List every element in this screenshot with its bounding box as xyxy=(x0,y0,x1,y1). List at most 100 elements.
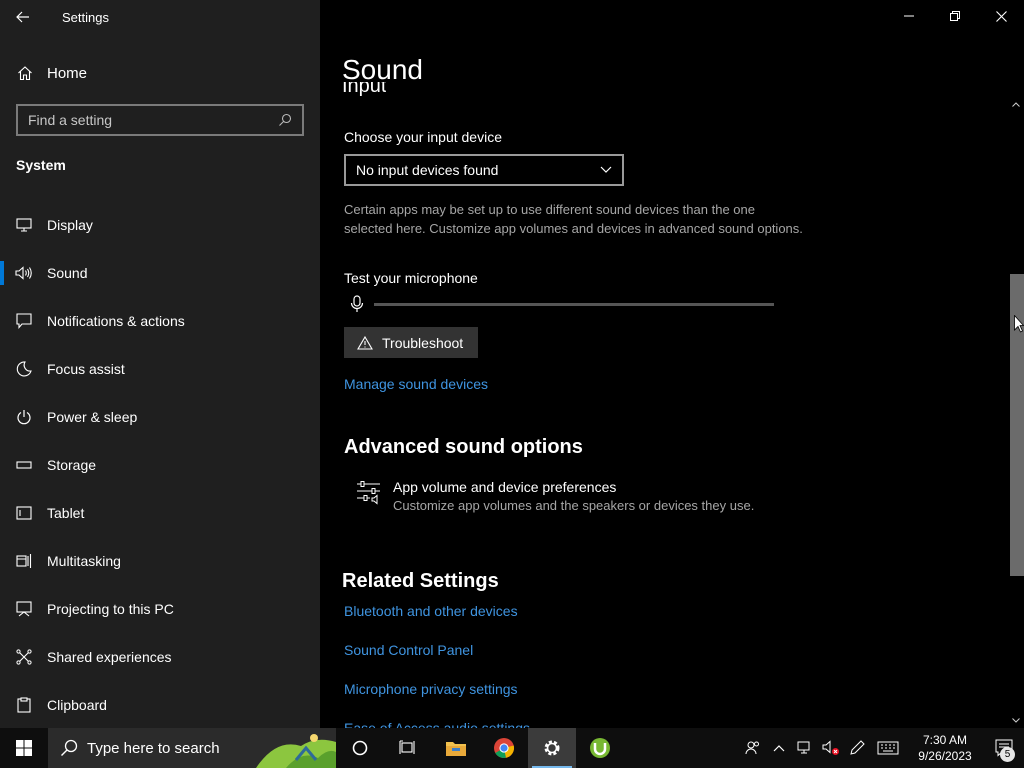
shared-experiences-icon xyxy=(0,649,47,665)
nav-item-label: Shared experiences xyxy=(47,649,172,665)
show-hidden-icons-button[interactable] xyxy=(766,728,792,768)
volume-button[interactable] xyxy=(818,728,844,768)
touch-keyboard-button[interactable] xyxy=(870,728,906,768)
settings-search-input[interactable] xyxy=(28,112,268,128)
nav-item-projecting[interactable]: Projecting to this PC xyxy=(0,585,320,633)
app-volume-preferences-item[interactable]: App volume and device preferences Custom… xyxy=(356,479,754,513)
troubleshoot-button[interactable]: Troubleshoot xyxy=(344,327,478,358)
chrome-icon xyxy=(494,738,515,759)
close-button[interactable] xyxy=(978,0,1024,32)
clock-date: 9/26/2023 xyxy=(918,749,972,763)
people-icon xyxy=(745,741,759,755)
scroll-down-button[interactable] xyxy=(1008,712,1024,728)
task-view-icon xyxy=(399,740,415,754)
nav-item-label: Power & sleep xyxy=(47,409,138,425)
nav-item-clipboard[interactable]: Clipboard xyxy=(0,681,320,729)
nav-home-label: Home xyxy=(47,64,88,82)
people-button[interactable] xyxy=(740,728,766,768)
storage-icon xyxy=(0,461,47,469)
content-pane: Sound Input Choose your input device No … xyxy=(320,0,1024,728)
manage-sound-devices-link[interactable]: Manage sound devices xyxy=(344,376,488,392)
restore-button[interactable] xyxy=(932,0,978,32)
close-icon xyxy=(995,10,1007,22)
scroll-down-icon xyxy=(1012,717,1020,723)
chrome-button[interactable] xyxy=(480,728,528,768)
taskbar-search-placeholder: Type here to search xyxy=(87,739,220,757)
scroll-up-button[interactable] xyxy=(1008,96,1024,112)
input-device-dropdown[interactable]: No input devices found xyxy=(344,154,624,186)
notification-count-badge: 5 xyxy=(1000,747,1015,762)
nav-item-multitasking[interactable]: Multitasking xyxy=(0,537,320,585)
nav-home[interactable]: Home xyxy=(0,55,320,91)
related-settings-heading: Related Settings xyxy=(342,570,499,592)
utorrent-button[interactable] xyxy=(576,728,624,768)
restore-icon xyxy=(950,11,960,21)
nav-item-label: Focus assist xyxy=(47,361,125,377)
keyboard-icon xyxy=(877,741,899,755)
scroll-up-icon xyxy=(1012,101,1020,107)
related-link-ease-of-access-audio[interactable]: Ease of Access audio settings xyxy=(344,718,530,728)
pen-workspace-button[interactable] xyxy=(844,728,870,768)
input-device-value: No input devices found xyxy=(356,162,499,178)
back-arrow-icon xyxy=(16,11,29,23)
input-heading-text: Input xyxy=(342,82,387,97)
cortana-circle-icon xyxy=(352,740,368,756)
troubleshoot-label: Troubleshoot xyxy=(382,334,464,351)
nav-item-tablet[interactable]: Tablet xyxy=(0,489,320,537)
nav-item-sound[interactable]: Sound xyxy=(0,249,320,297)
system-tray: 7:30 AM 9/26/2023 5 xyxy=(740,728,1024,768)
clock-time: 7:30 AM xyxy=(922,733,968,747)
multitasking-icon xyxy=(0,553,47,569)
nav-item-power-sleep[interactable]: Power & sleep xyxy=(0,393,320,441)
microphone-level-meter xyxy=(374,303,774,306)
input-device-label: Choose your input device xyxy=(344,129,502,145)
search-icon[interactable] xyxy=(278,113,292,127)
clipboard-icon xyxy=(0,697,47,713)
file-explorer-button[interactable] xyxy=(432,728,480,768)
taskbar-search-box[interactable]: Type here to search xyxy=(48,728,336,768)
pen-icon xyxy=(850,740,865,755)
nav-item-focus-assist[interactable]: Focus assist xyxy=(0,345,320,393)
window-controls xyxy=(886,0,1024,32)
notification-icon xyxy=(0,313,47,329)
microphone-icon-container xyxy=(350,295,364,313)
task-view-button[interactable] xyxy=(384,728,432,768)
vertical-scrollbar[interactable] xyxy=(1008,96,1024,728)
taskbar: Type here to search 7:30 AM 9/26/2023 5 xyxy=(0,728,1024,768)
app-volume-description: Customize app volumes and the speakers o… xyxy=(393,498,755,513)
nav-item-notifications[interactable]: Notifications & actions xyxy=(0,297,320,345)
advanced-sound-heading: Advanced sound options xyxy=(344,436,583,458)
nav-item-label: Tablet xyxy=(47,505,85,521)
taskbar-clock[interactable]: 7:30 AM 9/26/2023 xyxy=(906,732,984,764)
network-button[interactable] xyxy=(792,728,818,768)
related-link-sound-control-panel[interactable]: Sound Control Panel xyxy=(344,642,473,658)
related-link-microphone-privacy[interactable]: Microphone privacy settings xyxy=(344,681,518,697)
nav-item-label: Multitasking xyxy=(47,553,121,569)
start-button[interactable] xyxy=(0,728,48,768)
moon-icon xyxy=(0,361,47,377)
power-icon xyxy=(0,409,47,425)
speaker-icon xyxy=(0,266,47,280)
settings-search-box[interactable] xyxy=(16,104,304,136)
sliders-icon xyxy=(357,481,380,505)
input-device-description: Certain apps may be set up to use differ… xyxy=(344,202,803,236)
back-button[interactable] xyxy=(0,0,46,34)
minimize-button[interactable] xyxy=(886,0,932,32)
volume-muted-icon xyxy=(822,740,839,755)
nav-item-label: Display xyxy=(47,217,93,233)
cortana-button[interactable] xyxy=(336,728,384,768)
navigation-pane: Settings Home System Display Sound Notif… xyxy=(0,0,320,728)
tablet-icon xyxy=(0,506,47,520)
settings-taskbar-button[interactable] xyxy=(528,728,576,768)
chevron-down-icon xyxy=(600,166,612,173)
folder-icon xyxy=(446,742,466,756)
display-icon xyxy=(0,218,47,232)
nav-item-display[interactable]: Display xyxy=(0,201,320,249)
nav-item-storage[interactable]: Storage xyxy=(0,441,320,489)
microphone-icon xyxy=(350,295,364,312)
nav-item-shared-experiences[interactable]: Shared experiences xyxy=(0,633,320,681)
related-link-bluetooth[interactable]: Bluetooth and other devices xyxy=(344,603,518,619)
app-title: Settings xyxy=(62,9,109,25)
action-center-button[interactable]: 5 xyxy=(984,728,1024,768)
utorrent-icon xyxy=(590,738,610,758)
